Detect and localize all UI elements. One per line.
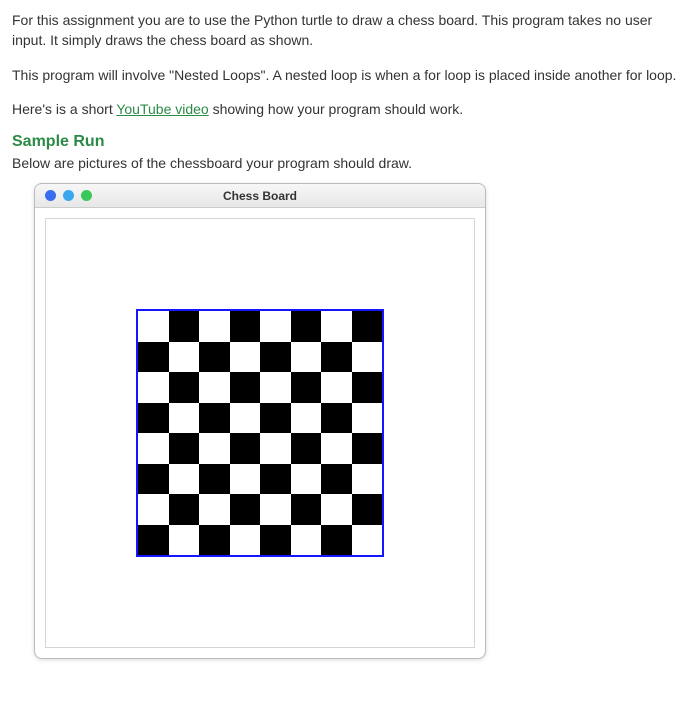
- sample-run-heading: Sample Run: [12, 133, 679, 151]
- paragraph-intro: For this assignment you are to use the P…: [12, 10, 679, 51]
- board-square: [260, 464, 291, 495]
- board-square: [352, 342, 383, 373]
- board-square: [199, 464, 230, 495]
- board-square: [199, 372, 230, 403]
- window-body: [35, 208, 485, 658]
- board-square: [169, 372, 200, 403]
- board-square: [169, 494, 200, 525]
- board-square: [352, 494, 383, 525]
- board-square: [230, 433, 261, 464]
- app-window: Chess Board: [34, 183, 486, 659]
- board-square: [352, 433, 383, 464]
- canvas-frame: [45, 218, 475, 648]
- board-square: [291, 311, 322, 342]
- board-square: [321, 464, 352, 495]
- board-square: [230, 494, 261, 525]
- board-square: [169, 525, 200, 556]
- board-square: [138, 311, 169, 342]
- window-title: Chess Board: [35, 184, 485, 208]
- zoom-icon[interactable]: [81, 190, 92, 201]
- board-square: [230, 464, 261, 495]
- board-square: [199, 311, 230, 342]
- board-square: [352, 525, 383, 556]
- board-square: [138, 372, 169, 403]
- board-square: [260, 311, 291, 342]
- board-square: [321, 372, 352, 403]
- board-square: [291, 403, 322, 434]
- board-square: [291, 433, 322, 464]
- board-square: [352, 464, 383, 495]
- board-square: [291, 494, 322, 525]
- board-square: [138, 433, 169, 464]
- board-square: [169, 433, 200, 464]
- youtube-link[interactable]: YouTube video: [116, 101, 208, 117]
- window-controls: [45, 190, 92, 201]
- paragraph-video: Here's is a short YouTube video showing …: [12, 99, 679, 119]
- board-square: [138, 525, 169, 556]
- board-square: [230, 311, 261, 342]
- board-square: [352, 372, 383, 403]
- board-square: [199, 525, 230, 556]
- board-square: [230, 525, 261, 556]
- board-square: [230, 403, 261, 434]
- board-square: [169, 342, 200, 373]
- board-square: [138, 403, 169, 434]
- board-square: [291, 525, 322, 556]
- board-square: [291, 464, 322, 495]
- close-icon[interactable]: [45, 190, 56, 201]
- board-square: [260, 525, 291, 556]
- sample-run-subtext: Below are pictures of the chessboard you…: [12, 153, 679, 173]
- board-square: [352, 403, 383, 434]
- board-square: [352, 311, 383, 342]
- board-square: [321, 433, 352, 464]
- board-square: [199, 403, 230, 434]
- text-prefix: Here's is a short: [12, 101, 116, 117]
- board-square: [138, 464, 169, 495]
- board-square: [260, 403, 291, 434]
- board-square: [321, 311, 352, 342]
- board-square: [291, 372, 322, 403]
- board-square: [291, 342, 322, 373]
- board-square: [138, 494, 169, 525]
- board-square: [138, 342, 169, 373]
- board-square: [321, 525, 352, 556]
- board-square: [321, 494, 352, 525]
- board-square: [169, 311, 200, 342]
- board-square: [199, 342, 230, 373]
- board-square: [260, 342, 291, 373]
- board-square: [321, 342, 352, 373]
- board-square: [230, 372, 261, 403]
- paragraph-nested-loops: This program will involve "Nested Loops"…: [12, 65, 679, 85]
- text-suffix: showing how your program should work.: [209, 101, 463, 117]
- board-square: [199, 433, 230, 464]
- chess-board: [136, 309, 384, 557]
- board-square: [169, 464, 200, 495]
- board-square: [230, 342, 261, 373]
- board-square: [260, 494, 291, 525]
- minimize-icon[interactable]: [63, 190, 74, 201]
- board-square: [169, 403, 200, 434]
- window-titlebar: Chess Board: [35, 184, 485, 208]
- board-square: [260, 372, 291, 403]
- board-square: [260, 433, 291, 464]
- board-square: [321, 403, 352, 434]
- board-square: [199, 494, 230, 525]
